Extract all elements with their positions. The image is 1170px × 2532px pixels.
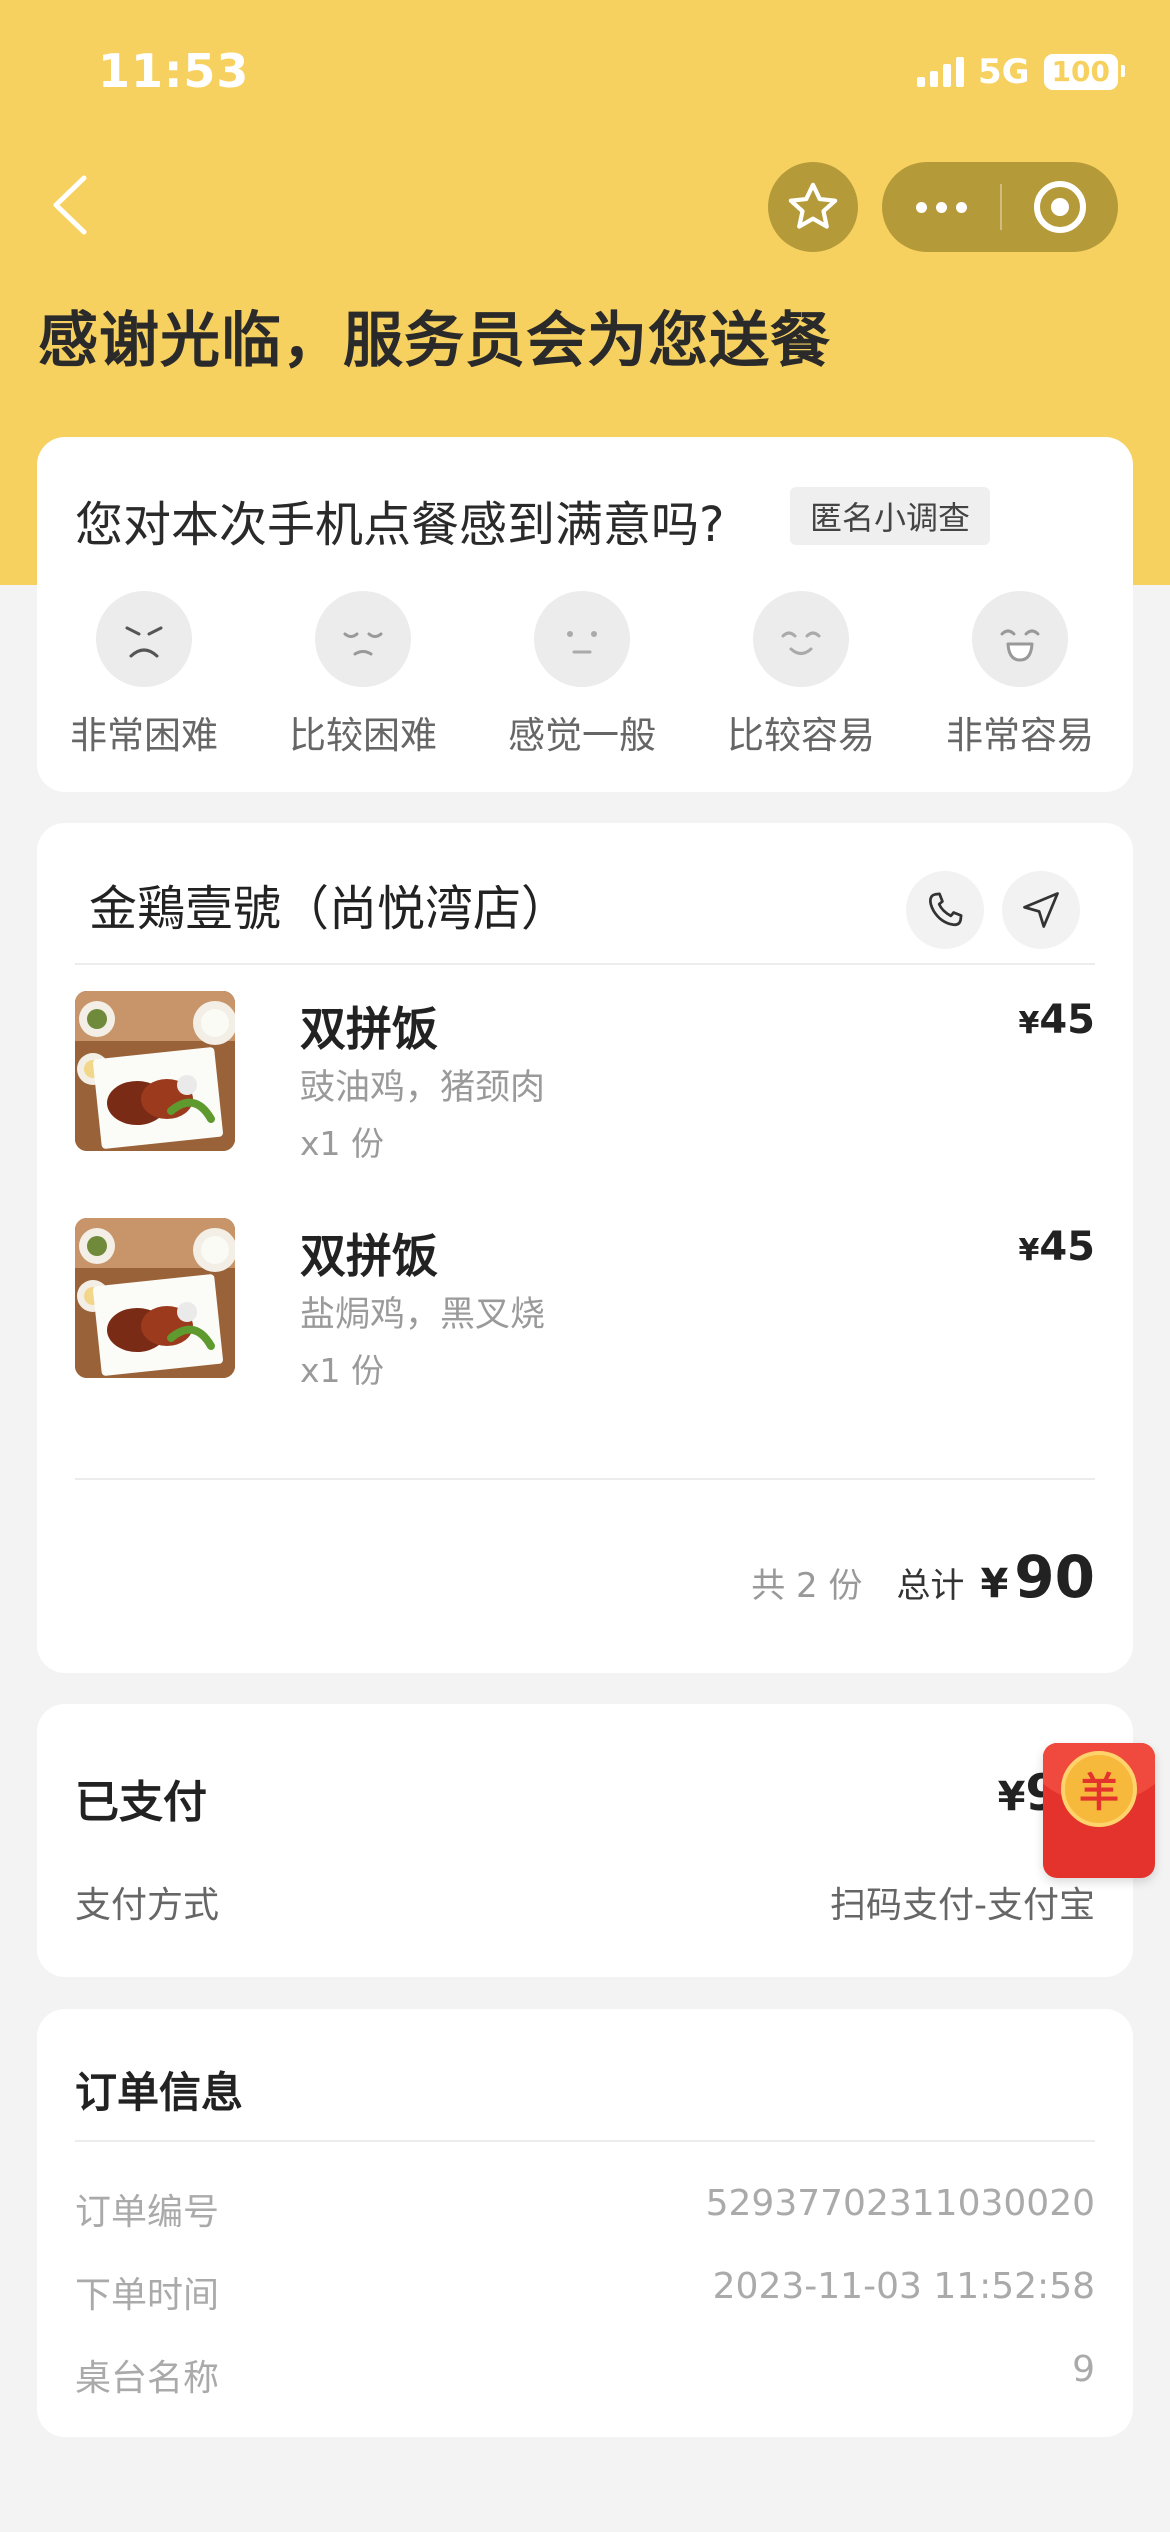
currency-symbol: ¥ [1018, 1006, 1040, 1041]
survey-question: 您对本次手机点餐感到满意吗? [75, 497, 725, 553]
back-button[interactable] [44, 170, 104, 240]
item-count: 共 2 份 [751, 1566, 863, 1606]
red-packet-coin-icon: 羊 [1061, 1751, 1137, 1827]
currency-symbol: ¥ [980, 1561, 1009, 1607]
survey-option-difficult[interactable]: 比较困难 [273, 591, 453, 759]
order-time-row: 下单时间 2023-11-03 11:52:58 [75, 2266, 1095, 2316]
survey-option-label: 比较容易 [727, 714, 875, 757]
payment-status: 已支付 [75, 1777, 207, 1828]
red-packet-button[interactable]: 羊 [1043, 1743, 1155, 1878]
table-name: 9 [1072, 2349, 1095, 2390]
chevron-left-icon [53, 175, 87, 235]
item-description: 豉油鸡，猪颈肉 [300, 1068, 546, 1108]
payment-method-label: 支付方式 [75, 1885, 220, 1926]
order-number-row: 订单编号 52937702311030020 [75, 2183, 1095, 2233]
phone-icon [928, 892, 963, 927]
page-title: 感谢光临，服务员会为您送餐 [38, 306, 831, 376]
favorite-button[interactable] [768, 162, 858, 252]
store-name[interactable]: 金鶏壹號（尚悦湾店） [89, 869, 569, 939]
total-label: 总计 [896, 1566, 965, 1606]
survey-option-label: 比较困难 [289, 714, 437, 757]
item-price: ¥45 [1018, 997, 1095, 1043]
status-time: 11:53 [98, 44, 250, 98]
neutral-face-icon [534, 591, 630, 687]
miniapp-capsule [882, 162, 1118, 252]
battery-icon: 100 [1043, 54, 1126, 90]
payment-card: 已支付 ¥90 支付方式 扫码支付-支付宝 [37, 1704, 1133, 1977]
target-icon [1034, 181, 1086, 233]
order-items-divider [75, 1478, 1095, 1480]
survey-option-label: 非常容易 [946, 714, 1094, 757]
item-quantity: x1 份 [300, 1351, 385, 1390]
table-name-row: 桌台名称 9 [75, 2349, 1095, 2399]
order-header-divider [75, 963, 1095, 965]
call-button[interactable] [906, 871, 984, 949]
survey-option-very-easy[interactable]: 非常容易 [930, 591, 1110, 759]
order-info-title: 订单信息 [75, 2068, 244, 2117]
network-label: 5G [977, 52, 1030, 92]
order-info-card: 订单信息 订单编号 52937702311030020 下单时间 2023-11… [37, 2009, 1133, 2437]
item-description: 盐焗鸡，黑叉烧 [300, 1295, 546, 1335]
item-name: 双拼饭 [300, 1229, 438, 1283]
info-key: 订单编号 [75, 2192, 220, 2233]
info-key: 桌台名称 [75, 2358, 220, 2399]
order-info-divider [75, 2140, 1095, 2142]
order-item: 双拼饭 盐焗鸡，黑叉烧 x1 份 ¥45 [75, 1218, 1095, 1390]
order-number[interactable]: 52937702311030020 [706, 2183, 1095, 2224]
item-name: 双拼饭 [300, 1002, 438, 1056]
navigate-button[interactable] [1002, 871, 1080, 949]
survey-options: 非常困难 比较困难 感觉一般 比较容易 非常容易 [37, 591, 1133, 771]
signal-icon [916, 57, 964, 87]
item-price-value: 45 [1039, 1224, 1095, 1270]
item-quantity: x1 份 [300, 1124, 385, 1163]
star-icon [788, 182, 838, 229]
navigation-arrow-icon [1023, 892, 1059, 928]
survey-card: 您对本次手机点餐感到满意吗? 匿名小调查 非常困难 比较困难 感觉一般 比较容易… [37, 437, 1133, 792]
survey-option-very-difficult[interactable]: 非常困难 [54, 591, 234, 759]
status-bar: 11:53 5G 100 [0, 0, 1170, 150]
dish-image [75, 991, 235, 1151]
total-amount: 90 [1014, 1543, 1095, 1611]
status-indicators: 5G 100 [916, 52, 1126, 92]
more-dots-icon [915, 201, 927, 213]
order-totals: 共 2 份 总计 ¥ 90 [751, 1543, 1095, 1611]
close-miniapp-button[interactable] [1002, 162, 1118, 252]
info-key: 下单时间 [75, 2275, 220, 2316]
survey-option-neutral[interactable]: 感觉一般 [492, 591, 672, 759]
survey-tag: 匿名小调查 [790, 487, 991, 545]
currency-symbol: ¥ [997, 1774, 1026, 1820]
survey-option-label: 非常困难 [70, 714, 218, 757]
item-price-value: 45 [1039, 997, 1095, 1043]
more-button[interactable] [882, 162, 1000, 252]
dish-image [75, 1218, 235, 1378]
very-sad-face-icon [96, 591, 192, 687]
order-time: 2023-11-03 11:52:58 [712, 2266, 1095, 2307]
order-item: 双拼饭 豉油鸡，猪颈肉 x1 份 ¥45 [75, 991, 1095, 1163]
item-price: ¥45 [1018, 1224, 1095, 1270]
sad-face-icon [315, 591, 411, 687]
order-card: 金鶏壹號（尚悦湾店） 双拼饭 豉油鸡，猪颈肉 x1 份 ¥45 双拼饭 盐焗鸡，… [37, 823, 1133, 1673]
survey-option-easy[interactable]: 比较容易 [711, 591, 891, 759]
smile-face-icon [753, 591, 849, 687]
payment-method: 扫码支付-支付宝 [830, 1885, 1095, 1926]
survey-option-label: 感觉一般 [508, 714, 656, 757]
laugh-face-icon [972, 591, 1068, 687]
currency-symbol: ¥ [1018, 1233, 1040, 1268]
